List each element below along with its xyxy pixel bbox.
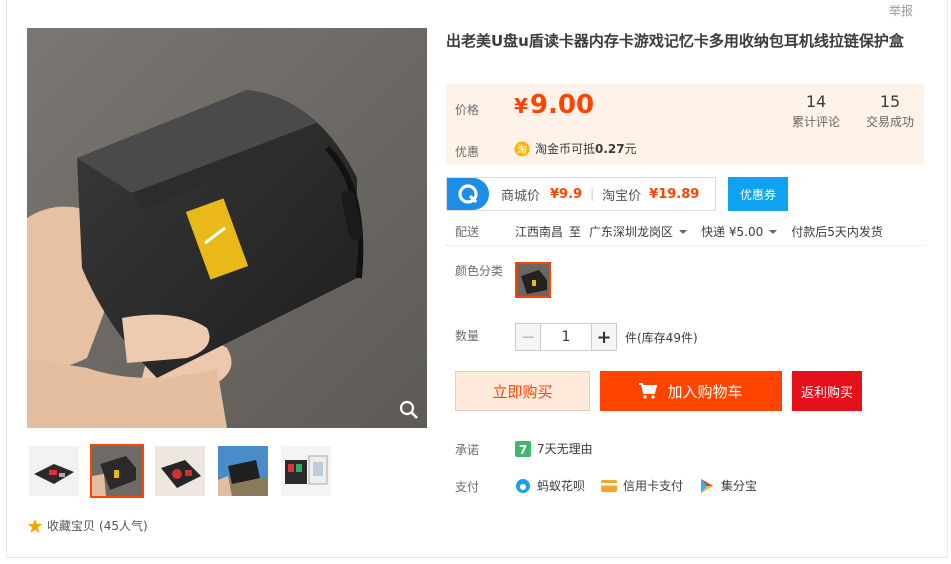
promo-label: 优惠 — [455, 145, 480, 159]
shipping-label: 配送 — [455, 225, 480, 239]
coupon-button[interactable]: 优惠券 — [728, 177, 788, 211]
color-swatch[interactable] — [515, 262, 551, 298]
coin-value: 0.27 — [595, 141, 625, 156]
credit-card-icon — [601, 479, 618, 492]
deal-label: 交易成功 — [866, 115, 915, 129]
jifenbao-icon — [701, 478, 714, 493]
svg-text:淘: 淘 — [517, 143, 527, 156]
quantity-label: 数量 — [455, 329, 480, 343]
svg-text:7: 7 — [519, 443, 527, 457]
tb-price: ¥19.89 — [649, 186, 700, 202]
pay-jifenbao[interactable]: 集分宝 — [699, 477, 757, 494]
ship-to-word: 至 — [569, 225, 582, 239]
review-stat[interactable]: 14 累计评论 — [792, 92, 840, 130]
product-title: 出老美U盘u盾读卡器内存卡游戏记忆卡多用收纳包耳机线拉链保护盒 — [446, 32, 904, 50]
increase-button[interactable]: + — [591, 323, 617, 351]
mall-price: ¥9.9 — [550, 186, 583, 202]
express-fee: 快递 ¥5.00 — [701, 225, 764, 239]
ship-to: 广东深圳龙岗区 — [589, 225, 674, 239]
thumbnail-2[interactable] — [90, 444, 144, 498]
thumbnail-1[interactable] — [27, 444, 81, 498]
review-count: 14 — [805, 92, 827, 111]
divider: | — [590, 187, 595, 201]
buy-now-button[interactable]: 立即购买 — [455, 371, 590, 411]
cart-icon — [639, 383, 658, 399]
coin-discount: 淘 淘金币可抵 0.27 元 — [514, 140, 637, 157]
thumbnail-3[interactable] — [153, 444, 207, 498]
tmall-q-icon — [447, 178, 489, 210]
thumbnail-4[interactable] — [216, 444, 270, 498]
stock-info: 件(库存49件) — [625, 330, 698, 345]
price-compare-bar: 商城价 ¥9.9 | 淘宝价 ¥19.89 — [446, 177, 716, 211]
promise-item[interactable]: 7 7天无理由 — [515, 440, 593, 457]
pay-credit-card[interactable]: 信用卡支付 — [601, 477, 683, 494]
decrease-button[interactable]: − — [515, 323, 541, 351]
product-photo — [27, 28, 427, 428]
pay-method-label: 蚂蚁花呗 — [537, 479, 586, 493]
add-to-cart-button[interactable]: 加入购物车 — [600, 371, 782, 411]
promise-text: 7天无理由 — [537, 442, 593, 456]
deal-count: 15 — [879, 92, 901, 111]
pay-huabei[interactable]: 蚂蚁花呗 — [515, 477, 585, 494]
shipping-row: 配送 江西南昌 至 广东深圳龙岗区 快递 ¥5.00 付款后5天内发货 — [446, 218, 924, 246]
report-link[interactable]: 举报 — [889, 2, 913, 19]
price-number: 9.00 — [529, 90, 595, 120]
add-to-cart-label: 加入购物车 — [667, 382, 743, 401]
rebate-buy-button[interactable]: 返利购买 — [792, 371, 862, 411]
favorite-item[interactable]: 收藏宝贝 (45人气) — [27, 517, 148, 534]
promise-label: 承诺 — [455, 443, 480, 457]
taobao-coin-icon: 淘 — [514, 141, 530, 156]
pay-method-label: 集分宝 — [721, 479, 758, 493]
thumbnail-5[interactable] — [279, 444, 333, 498]
main-product-image[interactable] — [27, 28, 427, 428]
payment-label: 支付 — [455, 480, 480, 494]
review-label: 累计评论 — [792, 115, 841, 129]
payment-methods: 蚂蚁花呗 信用卡支付 集分宝 — [515, 477, 773, 494]
delivery-time: 付款后5天内发货 — [791, 225, 883, 239]
favorite-count: (45人气) — [99, 519, 148, 533]
pay-method-label: 信用卡支付 — [623, 479, 684, 493]
coin-prefix: 淘金币可抵 — [535, 142, 596, 156]
deal-stat: 15 交易成功 — [866, 92, 914, 130]
tb-price-label: 淘宝价 — [602, 188, 642, 204]
quantity-stepper: − + 件(库存49件) — [515, 323, 698, 351]
thumbnail-strip — [27, 444, 342, 498]
chevron-down-icon — [769, 229, 778, 234]
express-selector[interactable]: 快递 ¥5.00 — [701, 223, 791, 240]
quantity-input[interactable] — [541, 323, 591, 351]
favorite-label: 收藏宝贝 — [47, 519, 96, 533]
color-label: 颜色分类 — [455, 264, 504, 278]
chevron-down-icon — [679, 229, 688, 234]
price-value: ¥9.00 — [514, 90, 594, 120]
coin-suffix: 元 — [624, 142, 637, 156]
mall-price-label: 商城价 — [501, 188, 541, 204]
star-icon — [28, 518, 42, 533]
price-panel: 价格 ¥9.00 14 累计评论 15 交易成功 优惠 淘 淘金币可抵 0.27… — [446, 84, 924, 165]
zoom-icon[interactable] — [399, 400, 419, 420]
huabei-icon — [516, 478, 530, 493]
price-label: 价格 — [455, 103, 480, 117]
ship-from: 江西南昌 — [515, 225, 564, 239]
ship-to-selector[interactable]: 广东深圳龙岗区 — [589, 223, 701, 240]
seven-day-icon: 7 — [515, 440, 531, 457]
currency-symbol: ¥ — [514, 94, 528, 118]
